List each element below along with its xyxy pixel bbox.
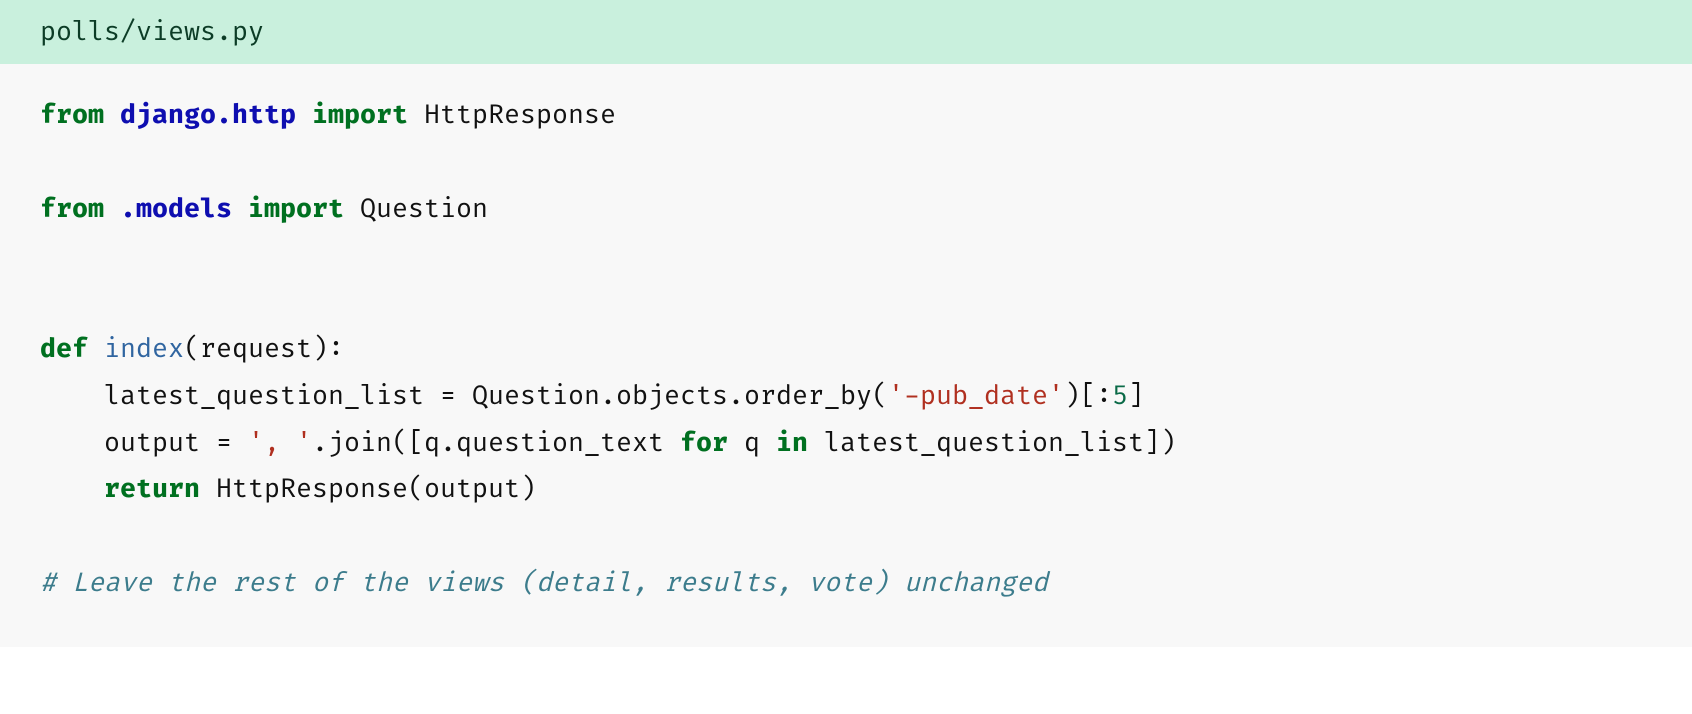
join-call: .join([q.question_text — [312, 427, 680, 459]
str-pubdate: '-pub_date' — [888, 380, 1064, 412]
code-body: from django.http import HttpResponse fro… — [0, 64, 1692, 647]
kw-import: import — [232, 193, 344, 225]
num-5: 5 — [1112, 380, 1128, 412]
kw-def: def — [40, 333, 104, 365]
kw-import: import — [296, 99, 408, 131]
id-httpresponse: HttpResponse — [408, 99, 616, 131]
kw-from: from — [40, 193, 120, 225]
kw-for: for — [680, 427, 728, 459]
params: (request): — [184, 333, 344, 365]
line-output: output = — [40, 427, 248, 459]
kw-in: in — [776, 427, 808, 459]
str-sep: ', ' — [248, 427, 312, 459]
code-snippet: polls/views.py from django.http import H… — [0, 0, 1692, 647]
snippet-filename: polls/views.py — [0, 0, 1692, 64]
kw-return: return — [104, 473, 200, 505]
ns-django-http: django.http — [120, 99, 296, 131]
kw-from: from — [40, 99, 120, 131]
comment: # Leave the rest of the views (detail, r… — [40, 567, 1048, 599]
id-question: Question — [344, 193, 488, 225]
slice-close: ] — [1128, 380, 1144, 412]
return-call: HttpResponse(output) — [200, 473, 536, 505]
line-latest: latest_question_list = Question.objects.… — [40, 380, 888, 412]
ns-models: .models — [120, 193, 232, 225]
indent — [40, 473, 104, 505]
slice-open: )[: — [1064, 380, 1112, 412]
fn-index: index — [104, 333, 184, 365]
loop-rest: latest_question_list]) — [808, 427, 1176, 459]
loopvar: q — [728, 427, 776, 459]
